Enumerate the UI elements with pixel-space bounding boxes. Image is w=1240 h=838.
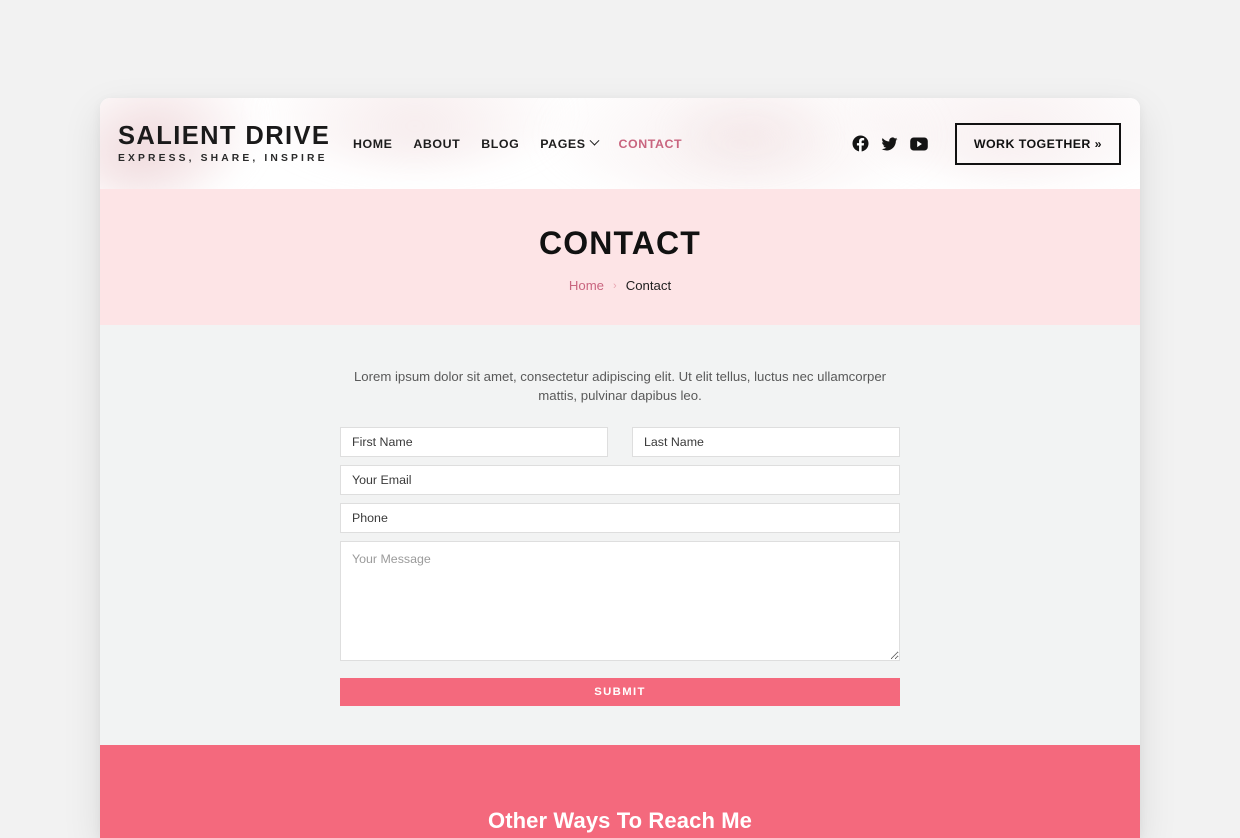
- youtube-icon[interactable]: [910, 137, 928, 151]
- social-links: [852, 135, 928, 152]
- breadcrumb-separator-icon: ›: [613, 279, 617, 292]
- nav-label: CONTACT: [618, 136, 683, 151]
- last-name-input[interactable]: [632, 427, 900, 458]
- site-header: SALIENT DRIVE EXPRESS, SHARE, INSPIRE HO…: [100, 98, 1140, 189]
- other-ways-to-reach-section: Other Ways To Reach Me: [100, 745, 1140, 838]
- breadcrumb-current: Contact: [625, 278, 672, 293]
- nav-item-home[interactable]: HOME: [353, 137, 392, 151]
- brand-name: SALIENT DRIVE: [118, 121, 331, 150]
- site-page-card: SALIENT DRIVE EXPRESS, SHARE, INSPIRE HO…: [100, 98, 1140, 838]
- name-field-row: [340, 427, 900, 458]
- header-actions: WORK TOGETHER »: [852, 122, 1121, 165]
- email-input[interactable]: [340, 465, 900, 496]
- nav-label: HOME: [353, 136, 393, 151]
- site-logo[interactable]: SALIENT DRIVE EXPRESS, SHARE, INSPIRE: [118, 121, 334, 165]
- reach-heading: Other Ways To Reach Me: [487, 808, 753, 833]
- page-title: CONTACT: [539, 225, 701, 261]
- page-hero: CONTACT Home › Contact: [100, 189, 1140, 325]
- breadcrumb-link-home[interactable]: Home: [569, 278, 604, 293]
- nav-item-pages[interactable]: PAGES: [540, 135, 599, 151]
- submit-button[interactable]: SUBMIT: [340, 678, 900, 707]
- nav-label: BLOG: [481, 136, 520, 151]
- nav-item-about[interactable]: ABOUT: [413, 137, 460, 151]
- contact-form-section: Lorem ipsum dolor sit amet, consectetur …: [100, 325, 1140, 745]
- nav-item-blog[interactable]: BLOG: [481, 137, 519, 151]
- first-name-input[interactable]: [340, 427, 608, 458]
- nav-item-contact[interactable]: CONTACT: [619, 137, 683, 151]
- phone-input[interactable]: [340, 503, 900, 534]
- nav-label: PAGES: [540, 136, 586, 151]
- brand-tagline: EXPRESS, SHARE, INSPIRE: [118, 153, 328, 165]
- contact-form: SUBMIT: [340, 427, 900, 707]
- message-textarea[interactable]: [340, 541, 900, 662]
- facebook-icon[interactable]: [852, 135, 869, 152]
- twitter-icon[interactable]: [881, 136, 898, 152]
- breadcrumb: Home › Contact: [569, 278, 671, 293]
- chevron-down-icon: [589, 135, 599, 146]
- main-navigation: HOME ABOUT BLOG PAGES CONTACT: [353, 135, 683, 151]
- form-intro-text: Lorem ipsum dolor sit amet, consectetur …: [353, 369, 887, 403]
- work-together-button[interactable]: WORK TOGETHER »: [954, 122, 1121, 165]
- nav-label: ABOUT: [413, 136, 461, 151]
